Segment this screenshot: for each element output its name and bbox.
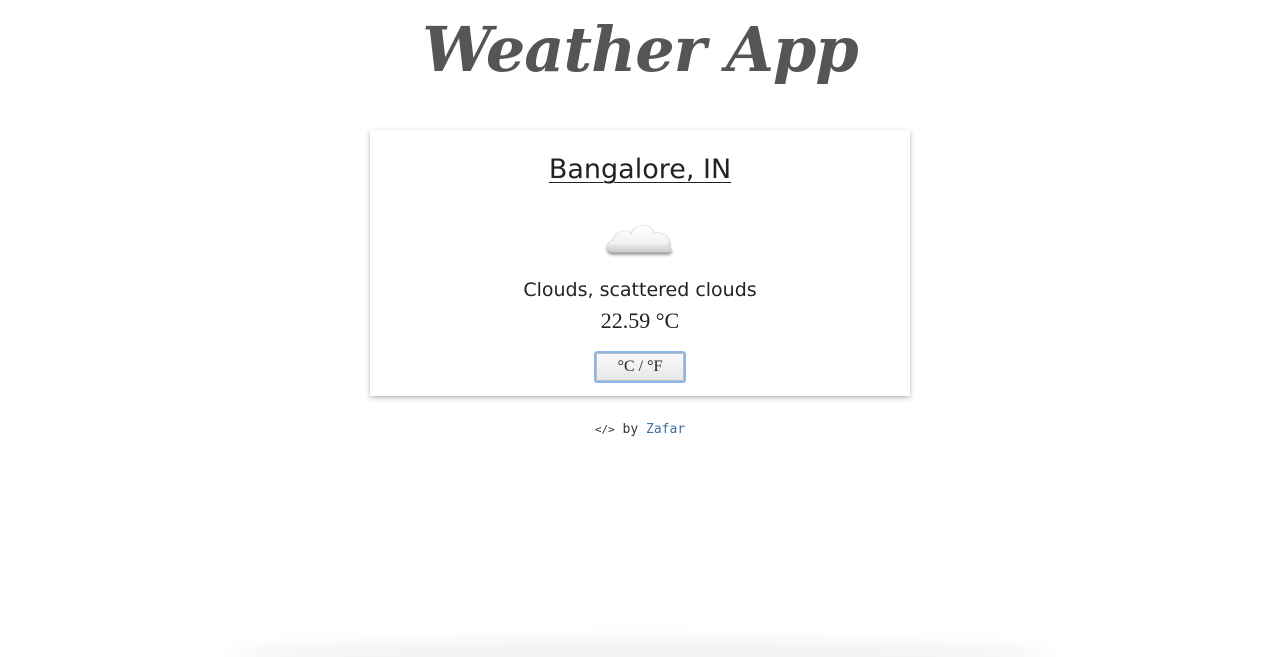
cloud-icon-graphic — [606, 224, 672, 253]
author-link[interactable]: Zafar — [646, 422, 685, 437]
weather-app-page: Weather App Bangalore, IN Clouds, scatte… — [0, 0, 1280, 657]
app-title: Weather App — [422, 13, 858, 86]
code-icon: </> — [594, 423, 615, 436]
temperature-value: 22.59 °C — [600, 308, 680, 333]
footer-by-text: by — [622, 422, 639, 437]
unit-toggle-button[interactable]: °C / °F — [594, 351, 686, 383]
footer: </> by Zafar — [0, 420, 1280, 440]
location-link[interactable]: Bangalore, IN — [370, 152, 910, 188]
weather-card: Bangalore, IN Clouds, scattered clouds 2… — [370, 130, 910, 396]
bottom-shadow — [230, 640, 1050, 657]
weather-description: Clouds, scattered clouds — [523, 279, 757, 301]
cloud-icon — [600, 212, 680, 262]
